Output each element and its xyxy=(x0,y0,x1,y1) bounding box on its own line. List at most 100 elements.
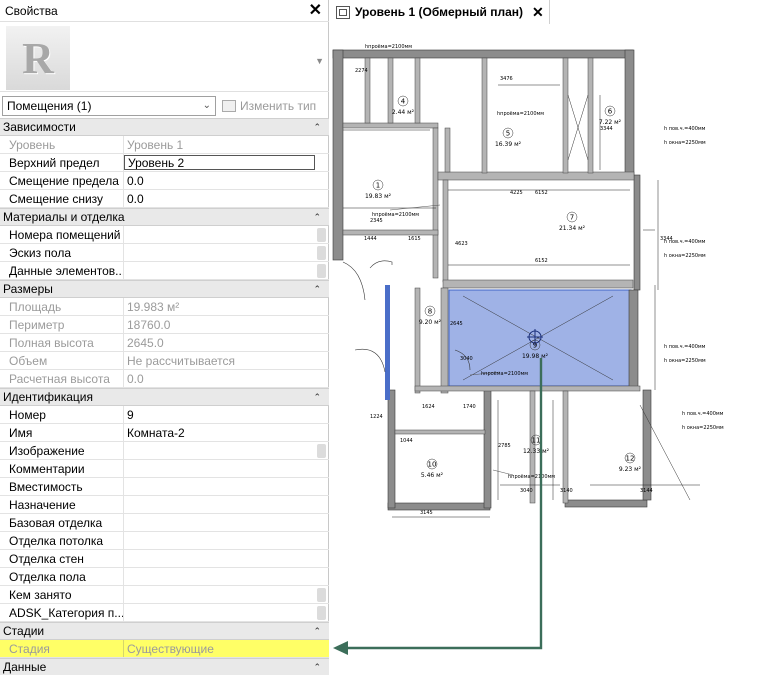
door-height-tag: hпроёма=2100мм xyxy=(365,44,412,50)
room-number: 5 xyxy=(506,130,510,138)
property-row[interactable]: Изображение xyxy=(0,442,329,460)
properties-header: Свойства ✕ xyxy=(0,0,328,21)
category-header[interactable]: Данные ⌃ xyxy=(0,658,329,675)
property-value[interactable] xyxy=(124,262,329,279)
property-value: 0.0 xyxy=(127,371,144,386)
property-value[interactable] xyxy=(124,244,329,261)
window-sill-tag: h пов.ч.=400мм xyxy=(664,126,706,132)
property-value[interactable] xyxy=(124,226,329,243)
collapse-icon[interactable]: ⌃ xyxy=(313,626,321,637)
property-row[interactable]: Номер 9 xyxy=(0,406,329,424)
property-row[interactable]: Отделка пола xyxy=(0,568,329,586)
browse-button[interactable] xyxy=(317,228,326,242)
chevron-down-icon[interactable]: ▼ xyxy=(315,56,324,66)
dimension-text: 3344 xyxy=(660,236,673,242)
element-filter-dropdown[interactable]: Помещения (1) ⌄ xyxy=(2,95,216,116)
property-row[interactable]: Расчетная высота 0.0 xyxy=(0,370,329,388)
property-row[interactable]: Назначение xyxy=(0,496,329,514)
dimension-text: 1044 xyxy=(400,438,413,444)
property-value[interactable] xyxy=(124,496,329,513)
type-selector-area[interactable]: R ▼ xyxy=(0,21,329,92)
property-row[interactable]: Отделка потолка xyxy=(0,532,329,550)
property-value[interactable]: 9 xyxy=(124,406,329,423)
drawing-canvas[interactable]: 1 19.83 м² 4 2.44 м² 5 16.39 м² 6 7.22 м² 7 21.34… xyxy=(330,24,771,675)
browse-button[interactable] xyxy=(317,444,326,458)
property-label: Смещение снизу xyxy=(0,190,124,207)
property-row[interactable]: Базовая отделка xyxy=(0,514,329,532)
property-row[interactable]: Номера помещений xyxy=(0,226,329,244)
property-row[interactable]: Комментарии xyxy=(0,460,329,478)
property-label: Номер xyxy=(0,406,124,423)
property-value[interactable]: Уровень 2 xyxy=(124,155,315,170)
category-header[interactable]: Стадии ⌃ xyxy=(0,622,329,640)
property-row[interactable]: ADSK_Категория п... xyxy=(0,604,329,622)
property-value: 19.983 м² xyxy=(127,299,180,314)
property-value[interactable]: 0.0 xyxy=(124,190,329,207)
collapse-icon[interactable]: ⌃ xyxy=(313,284,321,295)
close-tab-icon[interactable]: ✕ xyxy=(532,4,544,21)
dimension-text: 2274 xyxy=(355,68,368,74)
property-row[interactable]: Верхний предел Уровень 2 xyxy=(0,154,329,172)
property-value[interactable] xyxy=(124,478,329,495)
property-label: Отделка пола xyxy=(0,568,124,585)
close-icon[interactable]: ✕ xyxy=(309,2,322,19)
category-header[interactable]: Зависимости ⌃ xyxy=(0,118,329,136)
property-value[interactable] xyxy=(124,586,329,603)
property-label: Верхний предел xyxy=(0,154,124,171)
floor-plan-drawing[interactable]: 1 19.83 м² 4 2.44 м² 5 16.39 м² 6 7.22 м² 7 21.34… xyxy=(330,24,771,675)
property-row[interactable]: Эскиз пола xyxy=(0,244,329,262)
browse-button[interactable] xyxy=(317,264,326,278)
property-row[interactable]: Смещение предела 0.0 xyxy=(0,172,329,190)
property-label: Периметр xyxy=(0,316,124,333)
window-sill-tag: h пов.ч.=400мм xyxy=(664,344,706,350)
room-9-selection[interactable] xyxy=(448,289,632,387)
property-row[interactable]: Имя Комната-2 xyxy=(0,424,329,442)
door-height-tag: hпроёма=2100мм xyxy=(508,474,555,480)
property-value[interactable]: 0.0 xyxy=(124,172,329,189)
tab-level-1-survey-plan[interactable]: Уровень 1 (Обмерный план) ✕ xyxy=(330,0,550,24)
browse-button[interactable] xyxy=(317,588,326,602)
dimension-text: 4225 xyxy=(510,190,523,196)
collapse-icon[interactable]: ⌃ xyxy=(313,392,321,403)
property-value[interactable] xyxy=(124,532,329,549)
property-row[interactable]: Данные элементов... xyxy=(0,262,329,280)
property-label: Изображение xyxy=(0,442,124,459)
room-number: 4 xyxy=(401,98,406,106)
property-row[interactable]: Отделка стен xyxy=(0,550,329,568)
browse-button[interactable] xyxy=(317,246,326,260)
property-row[interactable]: Периметр 18760.0 xyxy=(0,316,329,334)
browse-button[interactable] xyxy=(317,606,326,620)
dimension-text: 6152 xyxy=(535,190,548,196)
category-header[interactable]: Материалы и отделка ⌃ xyxy=(0,208,329,226)
property-row[interactable]: Кем занято xyxy=(0,586,329,604)
property-label: Номера помещений xyxy=(0,226,124,243)
property-row[interactable]: Вместимость xyxy=(0,478,329,496)
property-row[interactable]: Полная высота 2645.0 xyxy=(0,334,329,352)
category-header[interactable]: Размеры ⌃ xyxy=(0,280,329,298)
property-row[interactable]: Уровень Уровень 1 xyxy=(0,136,329,154)
category-name: Данные xyxy=(3,660,47,674)
dimension-text: 6152 xyxy=(535,258,548,264)
property-value[interactable] xyxy=(124,568,329,585)
property-value[interactable] xyxy=(124,550,329,567)
dimension-text: 2785 xyxy=(498,443,511,449)
room-area: 9.20 м² xyxy=(419,319,442,326)
property-row[interactable]: Стадия Существующие xyxy=(0,640,329,658)
property-row[interactable]: Объем Не рассчитывается xyxy=(0,352,329,370)
category-header[interactable]: Идентификация ⌃ xyxy=(0,388,329,406)
property-row[interactable]: Смещение снизу 0.0 xyxy=(0,190,329,208)
property-value[interactable] xyxy=(124,460,329,477)
property-label: Имя xyxy=(0,424,124,441)
property-value[interactable] xyxy=(124,442,329,459)
dimension-text: 2345 xyxy=(370,218,383,224)
collapse-icon[interactable]: ⌃ xyxy=(313,662,321,673)
edit-type-button[interactable]: Изменить тип xyxy=(222,99,316,113)
collapse-icon[interactable]: ⌃ xyxy=(313,212,321,223)
property-value[interactable] xyxy=(124,514,329,531)
collapse-icon[interactable]: ⌃ xyxy=(313,122,321,133)
window-sill-tag: h пов.ч.=400мм xyxy=(682,411,724,417)
property-label: Объем xyxy=(0,352,124,369)
property-value[interactable]: Комната-2 xyxy=(124,424,329,441)
property-row[interactable]: Площадь 19.983 м² xyxy=(0,298,329,316)
property-value[interactable] xyxy=(124,604,329,621)
